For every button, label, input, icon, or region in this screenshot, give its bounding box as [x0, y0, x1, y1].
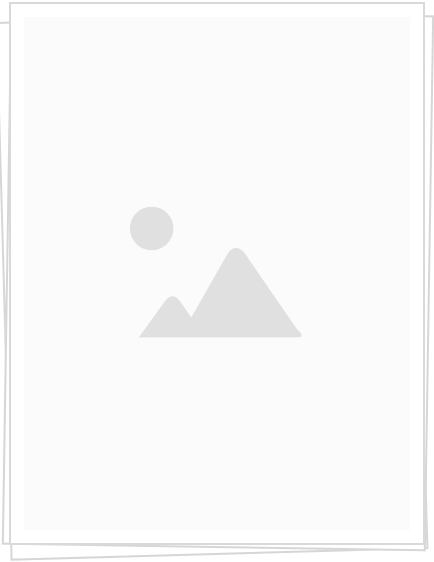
sun-icon	[129, 206, 174, 251]
front-sheet	[9, 2, 425, 545]
placeholder-area	[24, 17, 410, 530]
image-placeholder-icon	[129, 206, 302, 338]
mountain-icon	[138, 247, 302, 338]
stacked-image-placeholder	[0, 0, 434, 562]
